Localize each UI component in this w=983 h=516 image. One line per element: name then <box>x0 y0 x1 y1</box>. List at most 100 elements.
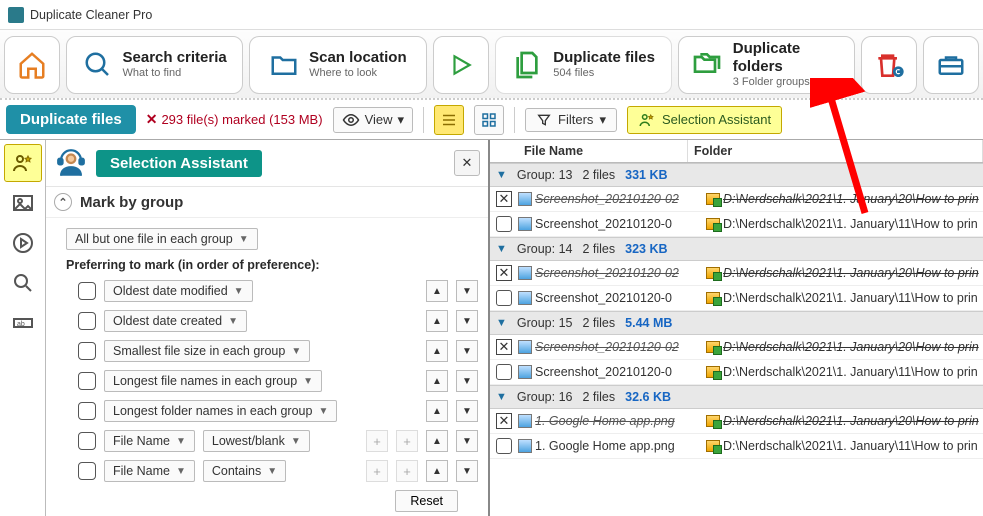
file-path: D:\Nerdschalk\2021\1. January\20\How to … <box>723 340 983 354</box>
mark-checkbox[interactable] <box>496 290 512 306</box>
left-assist-button[interactable] <box>4 144 42 182</box>
group-header-row[interactable]: ▼ Group: 16 2 files 32.6 KB <box>490 385 983 409</box>
rule-dropdown[interactable]: Oldest date created▼ <box>104 310 247 332</box>
move-up-button[interactable]: ▲ <box>426 430 448 452</box>
tab-duplicate-folders[interactable]: Duplicate folders3 Folder groups <box>678 36 855 94</box>
rule-dropdown[interactable]: Longest folder names in each group▼ <box>104 400 337 422</box>
move-up-button[interactable]: ▲ <box>426 370 448 392</box>
move-up-button[interactable]: ▲ <box>426 310 448 332</box>
group-header-row[interactable]: ▼ Group: 14 2 files 323 KB <box>490 237 983 261</box>
rule-dropdown[interactable]: Oldest date modified▼ <box>104 280 253 302</box>
scan-title: Scan location <box>309 49 407 67</box>
mark-checkbox[interactable] <box>496 216 512 232</box>
group-header-row[interactable]: ▼ Group: 13 2 files 331 KB <box>490 163 983 187</box>
close-assist-button[interactable]: ✕ <box>454 150 480 176</box>
move-down-button[interactable]: ▼ <box>456 370 478 392</box>
left-rename-button[interactable]: ab <box>4 304 42 342</box>
mark-checkbox[interactable] <box>496 364 512 380</box>
op-dropdown[interactable]: Contains▼ <box>203 460 286 482</box>
dupfiles-title: Duplicate files <box>553 49 655 67</box>
file-row[interactable]: Screenshot_20210120-0 D:\Nerdschalk\2021… <box>490 212 983 237</box>
delete-button[interactable] <box>861 36 917 94</box>
file-row[interactable]: 1. Google Home app.png D:\Nerdschalk\202… <box>490 434 983 459</box>
folder-icon <box>703 292 723 304</box>
dup-files-pill: Duplicate files <box>6 105 136 134</box>
file-row[interactable]: ✕ 1. Google Home app.png D:\Nerdschalk\2… <box>490 409 983 434</box>
mark-by-group-header[interactable]: ⌃ Mark by group <box>46 187 488 218</box>
mark-checkbox[interactable]: ✕ <box>496 339 512 355</box>
reset-button[interactable]: Reset <box>395 490 458 512</box>
folder-icon <box>703 193 723 205</box>
tools-button[interactable] <box>923 36 979 94</box>
run-button[interactable] <box>433 36 489 94</box>
file-type-icon <box>515 340 535 354</box>
list-view-button[interactable] <box>434 105 464 135</box>
move-down-button[interactable]: ▼ <box>456 400 478 422</box>
col-folder[interactable]: Folder <box>688 140 983 162</box>
rule-checkbox[interactable] <box>78 372 96 390</box>
file-row[interactable]: ✕ Screenshot_20210120-02 D:\Nerdschalk\2… <box>490 187 983 212</box>
prefer-label: Preferring to mark (in order of preferen… <box>66 258 478 272</box>
collapse-icon: ⌃ <box>54 193 72 211</box>
col-file-name[interactable]: File Name <box>518 140 688 162</box>
collapse-triangle-icon: ▼ <box>496 243 507 255</box>
home-button[interactable] <box>4 36 60 94</box>
add-rule-button[interactable]: + <box>396 430 418 452</box>
file-name: 1. Google Home app.png <box>535 439 703 453</box>
add-rule-button[interactable]: + <box>366 430 388 452</box>
move-down-button[interactable]: ▼ <box>456 280 478 302</box>
selection-assistant-button[interactable]: Selection Assistant <box>627 106 782 134</box>
rule-checkbox[interactable] <box>78 402 96 420</box>
move-down-button[interactable]: ▼ <box>456 340 478 362</box>
group-rule-dropdown[interactable]: All but one file in each group▼ <box>66 228 258 250</box>
folder-icon <box>703 415 723 427</box>
tab-search-criteria[interactable]: Search criteriaWhat to find <box>66 36 243 94</box>
mark-checkbox[interactable]: ✕ <box>496 413 512 429</box>
rule-checkbox[interactable] <box>78 342 96 360</box>
play-circle-icon <box>11 231 35 255</box>
view-dropdown[interactable]: View▾ <box>333 107 413 133</box>
marked-count: ✕293 file(s) marked (153 MB) <box>146 111 323 128</box>
file-row[interactable]: ✕ Screenshot_20210120-02 D:\Nerdschalk\2… <box>490 335 983 360</box>
column-header: File Name Folder <box>490 140 983 163</box>
add-rule-button[interactable]: + <box>366 460 388 482</box>
move-up-button[interactable]: ▲ <box>426 340 448 362</box>
file-row[interactable]: Screenshot_20210120-0 D:\Nerdschalk\2021… <box>490 286 983 311</box>
rule-checkbox[interactable] <box>78 432 96 450</box>
add-rule-button[interactable]: + <box>396 460 418 482</box>
mark-checkbox[interactable]: ✕ <box>496 191 512 207</box>
tab-scan-location[interactable]: Scan locationWhere to look <box>249 36 426 94</box>
mark-checkbox[interactable]: ✕ <box>496 265 512 281</box>
file-path: D:\Nerdschalk\2021\1. January\20\How to … <box>723 266 983 280</box>
move-down-button[interactable]: ▼ <box>456 430 478 452</box>
move-up-button[interactable]: ▲ <box>426 280 448 302</box>
file-row[interactable]: ✕ Screenshot_20210120-02 D:\Nerdschalk\2… <box>490 261 983 286</box>
left-search-button[interactable] <box>4 264 42 302</box>
op-dropdown[interactable]: Lowest/blank▼ <box>203 430 310 452</box>
col-dropdown[interactable]: File Name▼ <box>104 460 195 482</box>
dupfolders-title: Duplicate folders <box>733 40 842 76</box>
rule-checkbox[interactable] <box>78 462 96 480</box>
rule-dropdown[interactable]: Smallest file size in each group▼ <box>104 340 310 362</box>
filters-dropdown[interactable]: Filters▾ <box>525 108 617 132</box>
group-header-row[interactable]: ▼ Group: 15 2 files 5.44 MB <box>490 311 983 335</box>
support-agent-icon <box>54 146 88 180</box>
col-dropdown[interactable]: File Name▼ <box>104 430 195 452</box>
move-down-button[interactable]: ▼ <box>456 310 478 332</box>
move-down-button[interactable]: ▼ <box>456 460 478 482</box>
dupfolders-sub: 3 Folder groups <box>733 76 842 89</box>
grid-view-button[interactable] <box>474 105 504 135</box>
file-row[interactable]: Screenshot_20210120-0 D:\Nerdschalk\2021… <box>490 360 983 385</box>
rule-dropdown[interactable]: Longest file names in each group▼ <box>104 370 322 392</box>
dupfiles-sub: 504 files <box>553 67 655 80</box>
tab-duplicate-files[interactable]: Duplicate files504 files <box>495 36 672 94</box>
toolbox-icon <box>936 50 966 80</box>
person-star-icon <box>638 111 656 129</box>
move-up-button[interactable]: ▲ <box>426 460 448 482</box>
rule-checkbox[interactable] <box>78 282 96 300</box>
left-image-button[interactable] <box>4 184 42 222</box>
move-up-button[interactable]: ▲ <box>426 400 448 422</box>
left-play-button[interactable] <box>4 224 42 262</box>
mark-checkbox[interactable] <box>496 438 512 454</box>
rule-checkbox[interactable] <box>78 312 96 330</box>
